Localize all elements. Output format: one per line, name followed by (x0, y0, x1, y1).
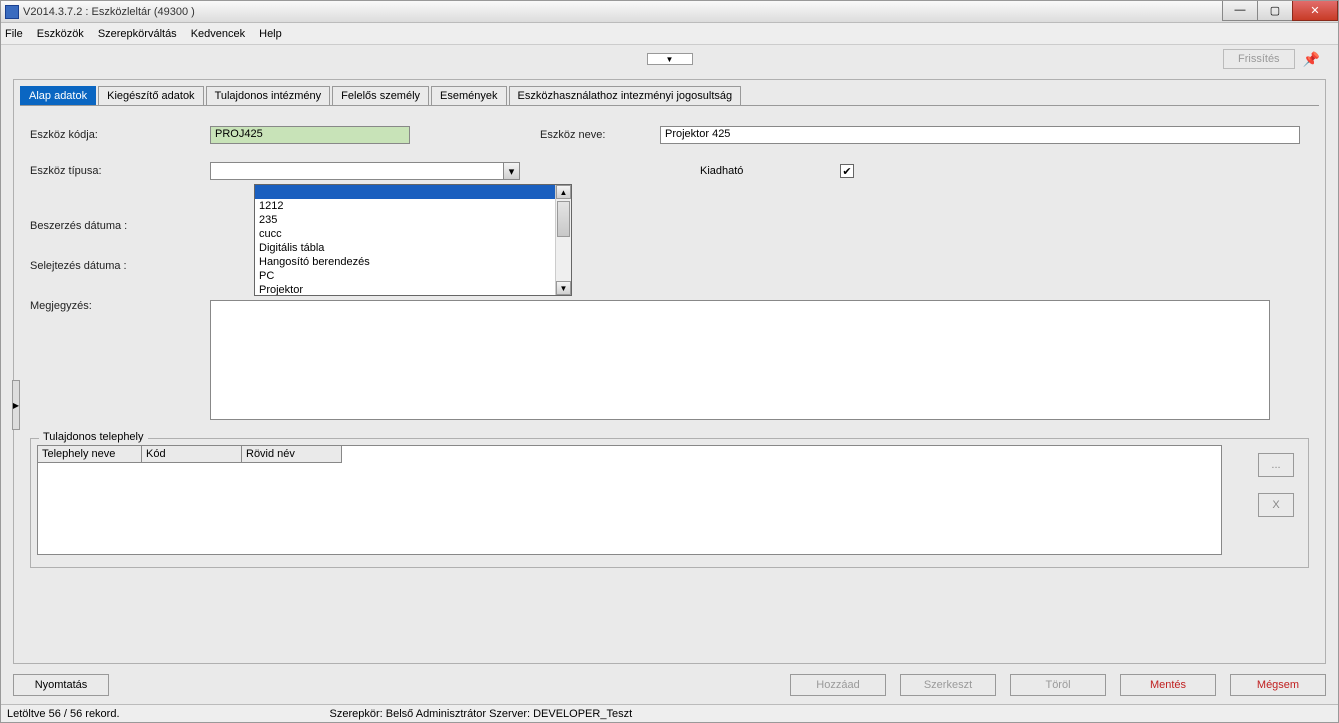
dropdown-list: 1212 235 cucc Digitális tábla Hangosító … (255, 185, 571, 295)
label-code: Eszköz kódja: (30, 129, 210, 141)
cancel-button[interactable]: Mégsem (1230, 674, 1326, 696)
left-expander-handle[interactable]: ▶ (12, 380, 20, 430)
collapse-toggle[interactable]: ▼ (647, 53, 693, 65)
label-scrap-date: Selejtezés dátuma : (30, 260, 210, 272)
minimize-button[interactable]: — (1222, 0, 1258, 21)
dropdown-item[interactable]: 1212 (255, 199, 555, 213)
edit-button[interactable]: Szerkeszt (900, 674, 996, 696)
fieldset-legend: Tulajdonos telephely (39, 431, 148, 443)
status-role-server: Szerepkör: Belső Adminisztrátor Szerver:… (330, 708, 633, 720)
maximize-button[interactable]: ▢ (1257, 0, 1293, 21)
remove-button[interactable]: X (1258, 493, 1294, 517)
window-controls: — ▢ ✕ (1223, 0, 1338, 21)
label-acquisition-date: Beszerzés dátuma : (30, 220, 210, 232)
device-name-input[interactable]: Projektor 425 (660, 126, 1300, 144)
location-grid[interactable]: Telephely neve Kód Rövid név (37, 445, 1222, 555)
tab-additional-data[interactable]: Kiegészítő adatok (98, 86, 203, 105)
tab-bar: Alap adatok Kiegészítő adatok Tulajdonos… (20, 86, 1319, 106)
tab-usage-permission[interactable]: Eszközhasználathoz intezményi jogosultsá… (509, 86, 742, 105)
chevron-down-icon[interactable]: ▾ (503, 163, 519, 179)
window-title: V2014.3.7.2 : Eszközleltár (49300 ) (23, 6, 1334, 18)
tab-owner-institution[interactable]: Tulajdonos intézmény (206, 86, 331, 105)
status-record-count: Letöltve 56 / 56 rekord. (7, 708, 120, 720)
col-code[interactable]: Kód (142, 446, 242, 463)
tab-basic-data[interactable]: Alap adatok (20, 86, 96, 105)
col-location-name[interactable]: Telephely neve (38, 446, 142, 463)
delete-button[interactable]: Töröl (1010, 674, 1106, 696)
device-type-dropdown: 1212 235 cucc Digitális tábla Hangosító … (254, 184, 572, 296)
scroll-down-icon[interactable]: ▼ (556, 281, 571, 295)
grid-header: Telephely neve Kód Rövid név (38, 446, 1221, 463)
close-button[interactable]: ✕ (1292, 0, 1338, 21)
dropdown-item-blank[interactable] (255, 185, 555, 199)
tab-content: Eszköz kódja: PROJ425 Eszköz neve: Proje… (20, 106, 1319, 657)
dropdown-item[interactable]: Hangosító berendezés (255, 255, 555, 269)
app-window: V2014.3.7.2 : Eszközleltár (49300 ) — ▢ … (0, 0, 1339, 723)
add-button[interactable]: Hozzáad (790, 674, 886, 696)
refresh-button[interactable]: Frissítés (1223, 49, 1295, 69)
note-textarea[interactable] (210, 300, 1270, 420)
dropdown-item[interactable]: cucc (255, 227, 555, 241)
menubar: File Eszközök Szerepkörváltás Kedvencek … (1, 23, 1338, 45)
scroll-up-icon[interactable]: ▲ (556, 185, 571, 199)
tab-events[interactable]: Események (431, 86, 506, 105)
main-panel: ▶ Alap adatok Kiegészítő adatok Tulajdon… (13, 79, 1326, 664)
toolbar: ▼ Frissítés 📌 (1, 45, 1338, 73)
app-icon (5, 5, 19, 19)
pin-icon[interactable]: 📌 (1303, 51, 1320, 68)
label-type: Eszköz típusa: (30, 165, 210, 177)
label-loanable: Kiadható (700, 165, 840, 177)
dropdown-scrollbar[interactable]: ▲ ▼ (555, 185, 571, 295)
menu-file[interactable]: File (5, 28, 23, 40)
menu-favorites[interactable]: Kedvencek (191, 28, 245, 40)
dropdown-item[interactable]: PC (255, 269, 555, 283)
menu-help[interactable]: Help (259, 28, 282, 40)
tab-responsible-person[interactable]: Felelős személy (332, 86, 429, 105)
menu-tools[interactable]: Eszközök (37, 28, 84, 40)
loanable-checkbox[interactable]: ✔ (840, 164, 854, 178)
label-name: Eszköz neve: (540, 129, 660, 141)
save-button[interactable]: Mentés (1120, 674, 1216, 696)
label-note: Megjegyzés: (30, 300, 210, 312)
device-code-input[interactable]: PROJ425 (210, 126, 410, 144)
statusbar: Letöltve 56 / 56 rekord. Szerepkör: Bels… (1, 704, 1338, 722)
scroll-thumb[interactable] (557, 201, 570, 237)
dropdown-item[interactable]: 235 (255, 213, 555, 227)
col-short-name[interactable]: Rövid név (242, 446, 342, 463)
print-button[interactable]: Nyomtatás (13, 674, 109, 696)
owner-location-fieldset: Tulajdonos telephely Telephely neve Kód … (30, 438, 1309, 568)
lookup-button[interactable]: ... (1258, 453, 1294, 477)
titlebar[interactable]: V2014.3.7.2 : Eszközleltár (49300 ) — ▢ … (1, 1, 1338, 23)
menu-role[interactable]: Szerepkörváltás (98, 28, 177, 40)
fieldset-side-buttons: ... X (1258, 453, 1294, 517)
bottom-button-bar: Nyomtatás Hozzáad Szerkeszt Töröl Mentés… (1, 668, 1338, 704)
dropdown-item[interactable]: Digitális tábla (255, 241, 555, 255)
device-type-combo[interactable]: ▾ (210, 162, 520, 180)
dropdown-item[interactable]: Projektor (255, 283, 555, 295)
